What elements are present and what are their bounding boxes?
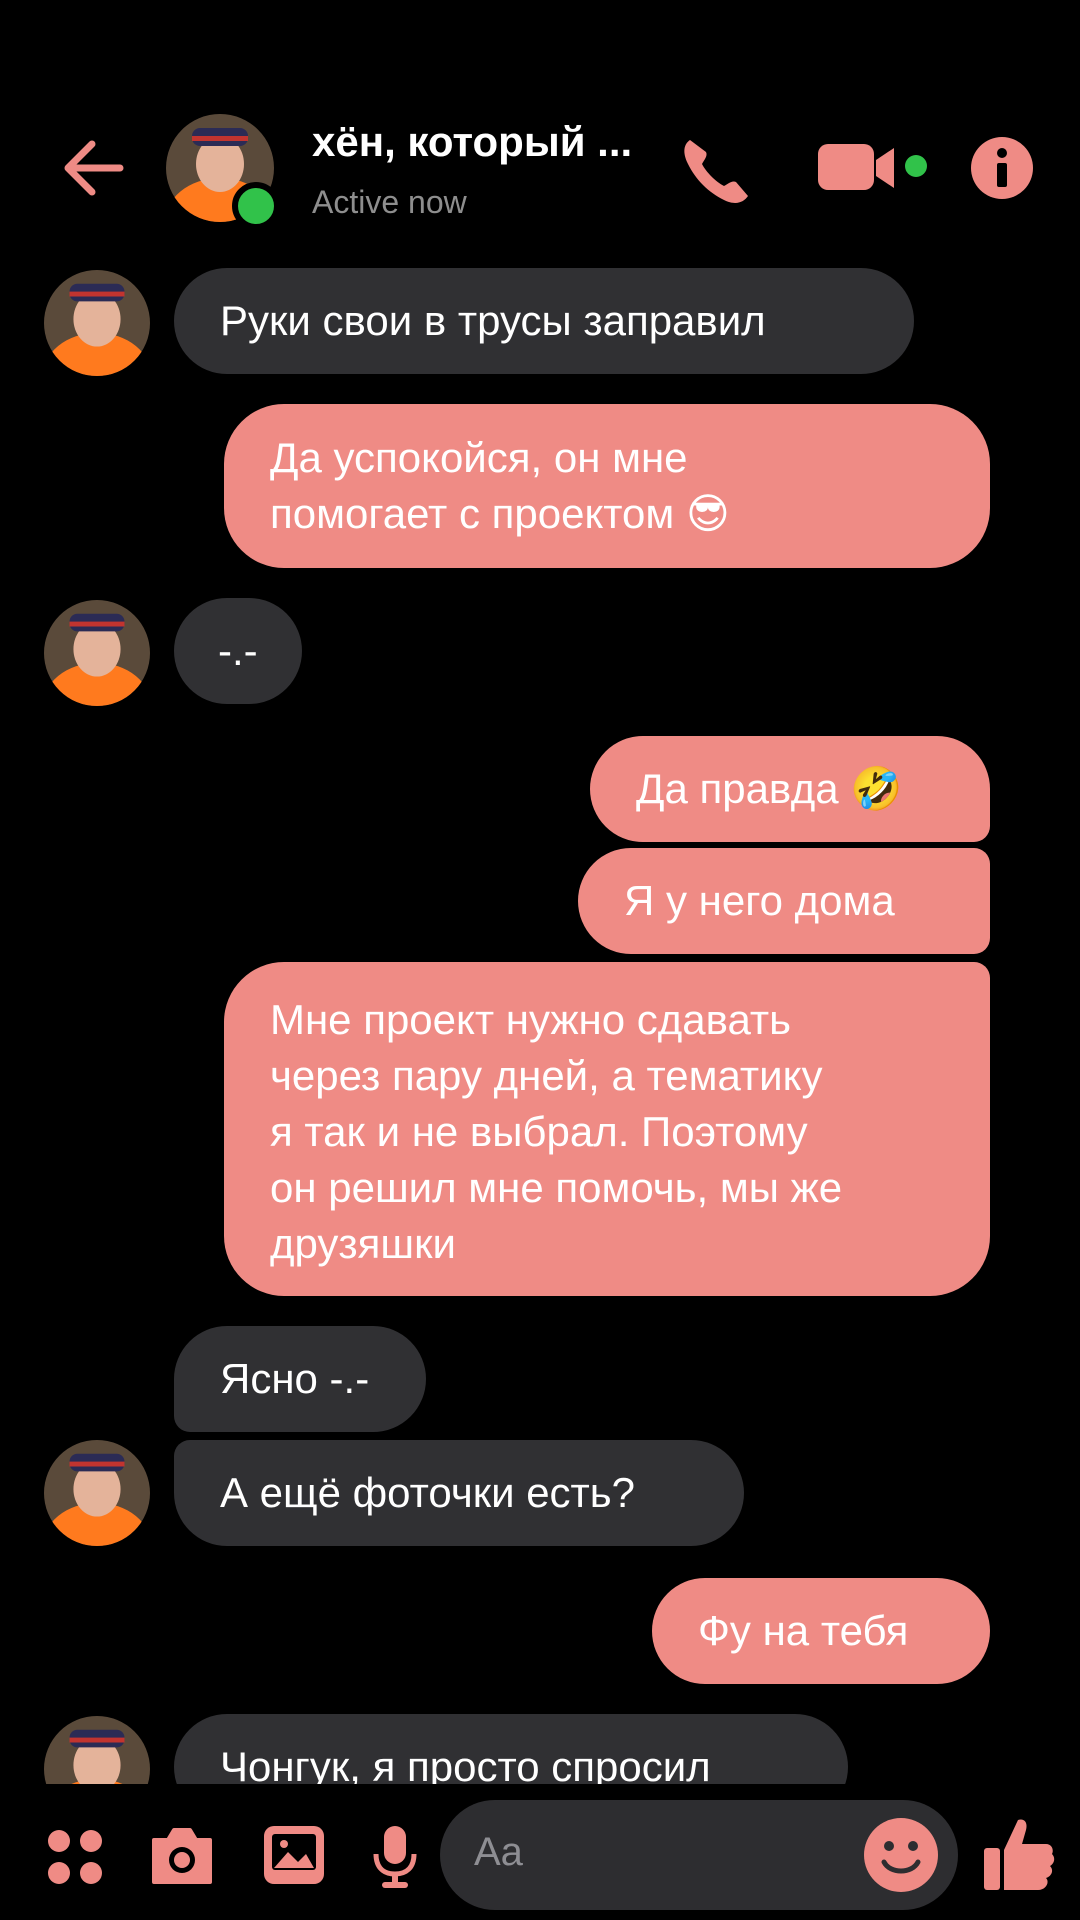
video-camera-icon bbox=[818, 144, 927, 190]
sender-avatar[interactable] bbox=[44, 270, 150, 376]
voice-call-button[interactable] bbox=[676, 130, 756, 210]
thumbs-up-icon bbox=[984, 1819, 1055, 1890]
gallery-button[interactable] bbox=[262, 1824, 326, 1891]
info-icon bbox=[971, 137, 1033, 199]
message-bubble-outgoing[interactable]: Мне проект нужно сдавать через пару дней… bbox=[224, 962, 990, 1296]
apps-button[interactable] bbox=[46, 1828, 104, 1891]
sender-avatar[interactable] bbox=[44, 600, 150, 706]
contact-name[interactable]: хён, который ... bbox=[312, 118, 632, 166]
message-bubble-incoming[interactable]: -.- bbox=[174, 598, 302, 704]
gallery-icon bbox=[264, 1826, 324, 1884]
phone-icon bbox=[684, 140, 748, 203]
voice-message-button[interactable] bbox=[372, 1824, 418, 1895]
back-arrow-icon bbox=[64, 140, 124, 196]
message-input-placeholder: Aa bbox=[474, 1830, 523, 1874]
avatar-photo bbox=[44, 600, 150, 706]
message-bubble-incoming[interactable]: А ещё фоточки есть? bbox=[174, 1440, 744, 1546]
video-call-button[interactable] bbox=[814, 138, 934, 198]
emoji-button[interactable] bbox=[862, 1816, 940, 1894]
message-bubble-incoming[interactable]: Руки свои в трусы заправил bbox=[174, 268, 914, 374]
message-input[interactable]: Aa bbox=[440, 1800, 958, 1910]
message-bubble-outgoing[interactable]: Да правда 🤣 bbox=[590, 736, 990, 842]
chat-header: хён, который ... Active now bbox=[0, 0, 1080, 260]
composer-bar: Aa bbox=[0, 1784, 1080, 1920]
camera-button[interactable] bbox=[148, 1824, 216, 1891]
message-bubble-outgoing[interactable]: Я у него дома bbox=[578, 848, 990, 954]
message-bubble-outgoing[interactable]: Фу на тебя bbox=[652, 1578, 990, 1684]
avatar-photo bbox=[44, 270, 150, 376]
message-bubble-outgoing[interactable]: Да успокойся, он мне помогает с проектом… bbox=[224, 404, 990, 568]
apps-icon bbox=[48, 1830, 102, 1884]
message-bubble-incoming[interactable]: Ясно -.- bbox=[174, 1326, 426, 1432]
info-button[interactable] bbox=[970, 136, 1034, 200]
like-button[interactable] bbox=[982, 1814, 1056, 1897]
back-button[interactable] bbox=[58, 128, 128, 208]
camera-icon bbox=[152, 1828, 212, 1884]
contact-status: Active now bbox=[312, 184, 467, 220]
microphone-icon bbox=[373, 1826, 417, 1888]
emoji-icon bbox=[864, 1818, 938, 1892]
sender-avatar[interactable] bbox=[44, 1440, 150, 1546]
online-status-dot bbox=[232, 182, 280, 230]
avatar-photo bbox=[44, 1440, 150, 1546]
